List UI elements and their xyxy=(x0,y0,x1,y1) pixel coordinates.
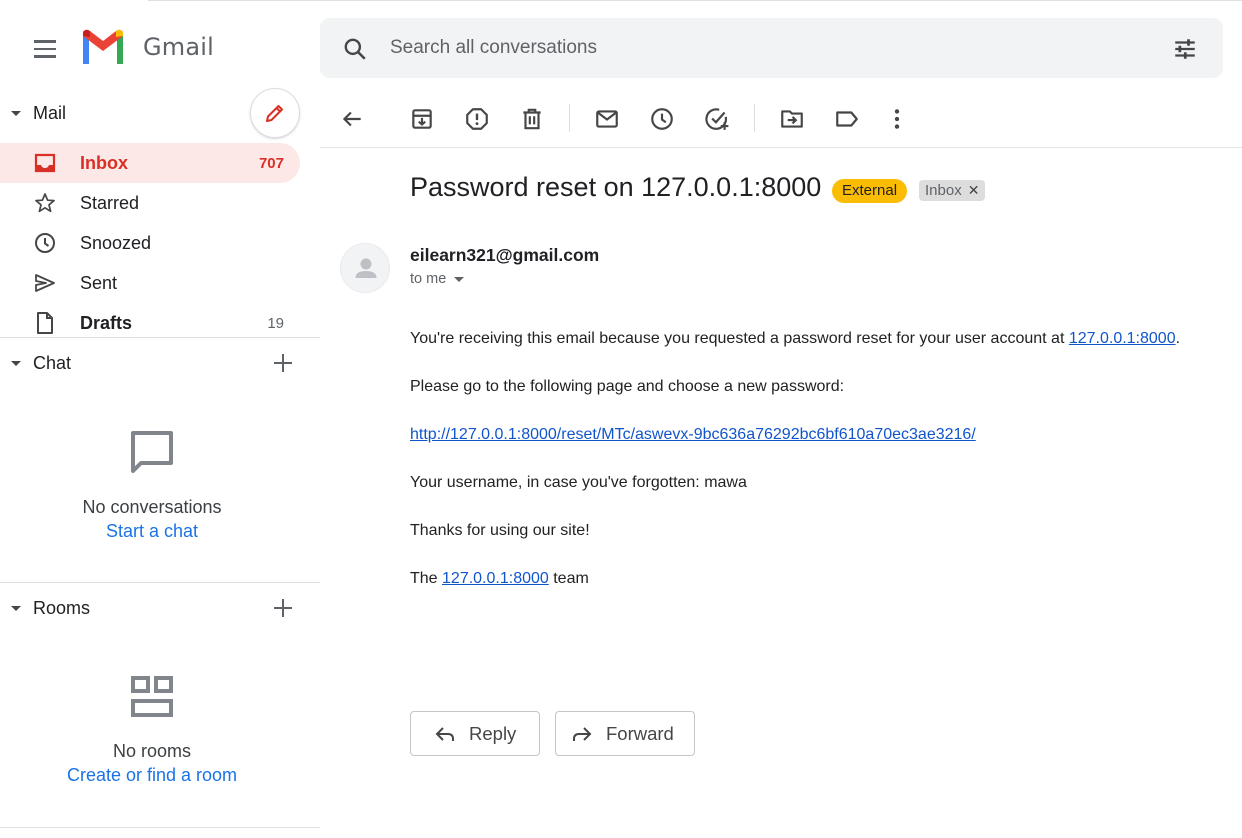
mail-section-title: Mail xyxy=(33,102,67,123)
remove-label-icon[interactable]: ✕ xyxy=(968,180,980,201)
site-link[interactable]: 127.0.0.1:8000 xyxy=(442,570,549,587)
sender-email[interactable]: eilearn321@gmail.com xyxy=(410,245,599,266)
chat-section-title: Chat xyxy=(33,352,72,373)
person-icon xyxy=(355,258,377,278)
archive-icon[interactable] xyxy=(409,106,435,132)
app-name: Gmail xyxy=(143,33,215,61)
compose-button[interactable] xyxy=(250,88,300,138)
body-text: The xyxy=(410,570,443,587)
reply-label: Reply xyxy=(469,722,517,744)
sidebar-item-sent[interactable]: Sent xyxy=(0,263,300,303)
menu-bar xyxy=(34,40,56,43)
body-text: . xyxy=(1175,330,1181,347)
sidebar-item-inbox[interactable]: Inbox 707 xyxy=(0,143,300,183)
reply-button[interactable]: Reply xyxy=(410,711,540,756)
collapse-caret-icon[interactable] xyxy=(11,360,21,366)
sidebar-item-label: Snoozed xyxy=(80,232,152,253)
delete-icon[interactable] xyxy=(519,106,545,132)
unread-count: 707 xyxy=(258,154,284,172)
rooms-empty-state: No rooms Create or find a room xyxy=(0,676,304,786)
forward-arrow-icon xyxy=(573,726,592,741)
toolbar-separator xyxy=(754,104,755,132)
menu-bar xyxy=(34,47,56,51)
body-text: You're receiving this email because you … xyxy=(410,330,1069,347)
toolbar-divider xyxy=(320,147,1242,148)
chat-section-header[interactable]: Chat xyxy=(0,343,320,383)
recipient-details[interactable]: to me xyxy=(410,271,465,287)
toolbar-separator xyxy=(569,104,570,132)
new-chat-plus-icon[interactable] xyxy=(272,352,294,374)
sidebar-item-starred[interactable]: Starred xyxy=(0,183,300,223)
collapse-caret-icon[interactable] xyxy=(11,605,21,611)
draft-count: 19 xyxy=(267,314,284,332)
forward-label: Forward xyxy=(606,722,674,744)
snooze-icon[interactable] xyxy=(649,106,675,132)
search-input[interactable] xyxy=(390,32,1150,64)
chat-bubble-icon xyxy=(131,431,173,473)
pencil-icon xyxy=(266,105,283,122)
sidebar-divider xyxy=(0,337,320,338)
chat-empty-state: No conversations Start a chat xyxy=(0,428,304,542)
mark-unread-icon[interactable] xyxy=(594,106,620,132)
rooms-section-title: Rooms xyxy=(33,597,91,618)
inbox-icon xyxy=(34,153,56,173)
inbox-label-chip[interactable]: Inbox ✕ xyxy=(919,180,986,201)
menu-bar xyxy=(34,55,56,58)
forward-button[interactable]: Forward xyxy=(555,711,695,756)
email-body-line: http://127.0.0.1:8000/reset/MTc/aswevx-9… xyxy=(410,426,976,444)
body-text: team xyxy=(548,570,589,587)
recipient-text: to me xyxy=(410,271,447,287)
sidebar-item-label: Starred xyxy=(80,192,140,213)
no-rooms-text: No rooms xyxy=(112,741,192,761)
email-body-line: You're receiving this email because you … xyxy=(410,330,1180,348)
rooms-grid-icon xyxy=(131,676,173,717)
rooms-section-header[interactable]: Rooms xyxy=(0,588,320,628)
sidebar-item-snoozed[interactable]: Snoozed xyxy=(0,223,300,263)
sidebar-item-label: Drafts xyxy=(80,312,133,333)
create-room-link[interactable]: Create or find a room xyxy=(67,765,237,786)
sidebar-divider xyxy=(0,582,320,583)
reply-arrow-icon xyxy=(435,726,454,741)
add-task-icon[interactable] xyxy=(704,106,730,132)
sidebar-divider xyxy=(0,827,320,828)
send-icon xyxy=(35,274,55,292)
chevron-down-icon xyxy=(454,276,465,282)
search-icon[interactable] xyxy=(342,36,368,62)
more-icon[interactable] xyxy=(884,106,910,132)
email-body-line: The 127.0.0.1:8000 team xyxy=(410,570,589,588)
site-link[interactable]: 127.0.0.1:8000 xyxy=(1069,330,1176,347)
external-label-badge[interactable]: External xyxy=(832,179,908,203)
email-body-line: Thanks for using our site! xyxy=(410,522,590,539)
start-chat-link[interactable]: Start a chat xyxy=(106,521,198,542)
move-to-icon[interactable] xyxy=(779,106,805,132)
draft-icon xyxy=(37,312,53,334)
clock-icon xyxy=(35,233,55,253)
inbox-label-text: Inbox xyxy=(925,182,962,199)
collapse-caret-icon[interactable] xyxy=(11,110,21,116)
search-bar xyxy=(320,18,1223,78)
email-body-line: Please go to the following page and choo… xyxy=(410,378,845,395)
search-options-icon[interactable] xyxy=(1172,36,1198,62)
gmail-m-icon xyxy=(83,29,123,64)
back-arrow-icon[interactable] xyxy=(339,106,365,132)
sidebar: Gmail Mail Inbox 707 Starred Snoozed Sen… xyxy=(0,0,320,838)
report-spam-icon[interactable] xyxy=(464,106,490,132)
gmail-logo[interactable]: Gmail xyxy=(80,28,214,66)
new-room-plus-icon[interactable] xyxy=(272,597,294,619)
no-conversations-text: No conversations xyxy=(82,497,222,517)
sidebar-item-label: Inbox xyxy=(80,152,128,173)
labels-icon[interactable] xyxy=(834,106,860,132)
sender-avatar[interactable] xyxy=(340,243,390,293)
sidebar-item-label: Sent xyxy=(80,272,118,293)
star-icon xyxy=(35,193,55,213)
main-menu-button[interactable] xyxy=(26,30,64,68)
reset-password-link[interactable]: http://127.0.0.1:8000/reset/MTc/aswevx-9… xyxy=(410,426,976,443)
email-subject: Password reset on 127.0.0.1:8000 xyxy=(410,172,822,202)
email-body-line: Your username, in case you've forgotten:… xyxy=(410,474,747,491)
